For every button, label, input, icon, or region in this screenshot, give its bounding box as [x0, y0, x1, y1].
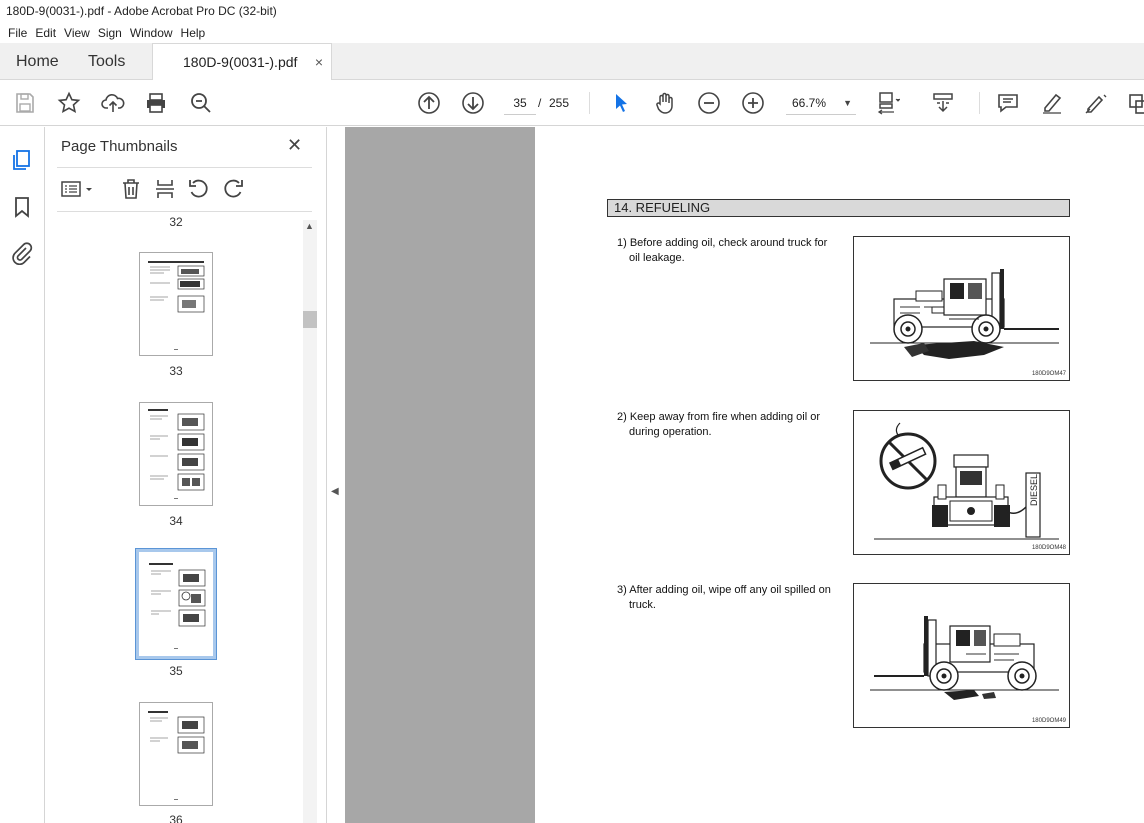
tab-close-button[interactable]: ×	[315, 44, 323, 81]
instruction-step: 2) Keep away from fire when adding oil o…	[617, 411, 820, 438]
page-thumbnail[interactable]	[139, 252, 213, 356]
attachment-icon[interactable]	[10, 241, 34, 266]
figure-wipe-oil: 180D9OM49	[853, 583, 1070, 728]
toolbar: 35 / 255 66.7% ▼	[0, 80, 1144, 126]
thumbnail-label: 32	[169, 215, 183, 229]
window-title: 180D-9(0031-).pdf - Adobe Acrobat Pro DC…	[0, 0, 1144, 22]
close-panel-button[interactable]: ✕	[287, 135, 302, 156]
section-heading: 14. REFUELING	[607, 199, 1070, 217]
page-thumbnail-selected[interactable]	[135, 548, 217, 660]
thumbnail-label: 36	[169, 813, 183, 823]
figure-oil-leak-check: 180D9OM47	[853, 236, 1070, 381]
menu-bar: File Edit View Sign Window Help	[0, 22, 1144, 43]
collapse-panel-icon[interactable]: ◀	[331, 486, 339, 497]
previous-page-icon[interactable]	[417, 91, 441, 115]
thumbnails-list: 32 33 34 35 36	[57, 215, 305, 823]
rotate-counterclockwise-icon[interactable]	[187, 177, 211, 201]
instruction-step: 3) After adding oil, wipe off any oil sp…	[617, 584, 831, 611]
more-tools-icon[interactable]	[1126, 91, 1144, 115]
zoom-level-value: 66.7%	[792, 96, 827, 110]
divider	[57, 167, 312, 168]
page-separator: /	[538, 96, 542, 110]
tab-document-label: 180D-9(0031-).pdf	[183, 54, 298, 70]
delete-page-icon[interactable]	[119, 177, 143, 201]
thumbnail-label: 35	[169, 664, 183, 678]
page-number-input[interactable]: 35	[504, 91, 536, 115]
thumbnail-options-icon[interactable]	[60, 177, 96, 201]
left-rail	[0, 127, 45, 823]
save-icon[interactable]	[13, 91, 37, 115]
zoom-out-icon[interactable]	[697, 91, 721, 115]
highlight-pen-icon[interactable]	[1040, 91, 1064, 115]
panel-gutter	[327, 127, 345, 823]
thumbnail-label: 34	[169, 514, 183, 528]
page-thumbnail[interactable]	[139, 402, 213, 506]
thumbnails-panel: Page Thumbnails ✕ 32 33 34 35 36	[45, 127, 327, 823]
panel-title: Page Thumbnails	[61, 138, 178, 155]
diesel-sign-label: DIESEL	[1029, 474, 1039, 506]
scroll-up-icon[interactable]: ▲	[305, 221, 314, 231]
comment-icon[interactable]	[996, 91, 1020, 115]
toolbar-divider	[589, 92, 590, 114]
tab-tools[interactable]: Tools	[88, 43, 125, 80]
figure-code: 180D9OM49	[1031, 718, 1066, 724]
figure-code: 180D9OM48	[1031, 545, 1066, 551]
zoom-level-select[interactable]: 66.7% ▼	[786, 91, 856, 115]
print-icon[interactable]	[144, 91, 168, 115]
tab-home[interactable]: Home	[16, 43, 59, 80]
instruction-step: 1) Before adding oil, check around truck…	[617, 237, 828, 264]
tab-bar: Home Tools 180D-9(0031-).pdf ×	[0, 43, 1144, 81]
sign-icon[interactable]	[1084, 91, 1108, 115]
hand-tool-icon[interactable]	[653, 91, 677, 115]
menu-edit[interactable]: Edit	[31, 26, 60, 40]
divider	[57, 211, 312, 212]
menu-file[interactable]: File	[4, 26, 31, 40]
thumbnails-scrollbar-thumb[interactable]	[303, 311, 317, 328]
tab-document[interactable]: 180D-9(0031-).pdf ×	[152, 43, 332, 81]
page-thumbnails-icon[interactable]	[10, 148, 34, 172]
menu-sign[interactable]: Sign	[94, 26, 126, 40]
select-cursor-icon[interactable]	[609, 91, 633, 115]
zoom-in-icon[interactable]	[741, 91, 765, 115]
scroll-mode-icon[interactable]	[931, 91, 955, 115]
page-display-icon[interactable]	[876, 91, 901, 115]
star-icon[interactable]	[57, 91, 81, 115]
toolbar-divider	[979, 92, 980, 114]
figure-no-fire: DIESEL 180D9OM48	[853, 410, 1070, 555]
page-total: 255	[549, 96, 570, 110]
extract-page-icon[interactable]	[153, 177, 177, 201]
thumbnail-label: 33	[169, 364, 183, 378]
page-thumbnail[interactable]	[139, 702, 213, 806]
share-upload-icon[interactable]	[101, 91, 125, 115]
menu-view[interactable]: View	[60, 26, 94, 40]
rotate-clockwise-icon[interactable]	[221, 177, 245, 201]
menu-help[interactable]: Help	[177, 26, 210, 40]
menu-window[interactable]: Window	[126, 26, 177, 40]
figure-code: 180D9OM47	[1031, 371, 1066, 377]
zoom-search-icon[interactable]	[189, 91, 213, 115]
chevron-down-icon: ▼	[843, 98, 852, 108]
next-page-icon[interactable]	[461, 91, 485, 115]
bookmark-icon[interactable]	[10, 195, 34, 219]
